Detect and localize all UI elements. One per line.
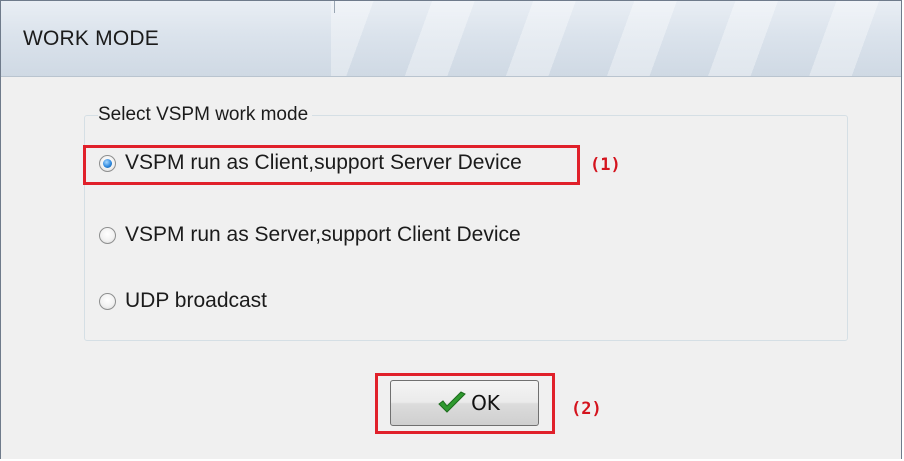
- dialog-content: Select VSPM work mode VSPM run as Client…: [1, 77, 901, 459]
- highlight-box-ok: [375, 373, 555, 434]
- annotation-label-1: (1): [590, 155, 621, 175]
- title-bar-glass: [331, 1, 903, 76]
- title-bar-divider: [334, 1, 335, 13]
- window-title: WORK MODE: [23, 27, 159, 50]
- radio-server-mode[interactable]: VSPM run as Server,support Client Device: [99, 223, 521, 247]
- radio-server-mode-label: VSPM run as Server,support Client Device: [125, 223, 521, 246]
- groupbox-label: Select VSPM work mode: [98, 104, 313, 126]
- work-mode-dialog: WORK MODE Select VSPM work mode VSPM run…: [0, 0, 903, 459]
- radio-button-unchecked[interactable]: [99, 226, 116, 244]
- title-bar: WORK MODE: [1, 1, 903, 77]
- annotation-label-2: (2): [571, 399, 602, 419]
- radio-udp-broadcast-label: UDP broadcast: [125, 289, 268, 312]
- radio-udp-broadcast[interactable]: UDP broadcast: [99, 289, 267, 313]
- highlight-box-option-1: [83, 145, 580, 185]
- radio-button-unchecked[interactable]: [99, 292, 116, 310]
